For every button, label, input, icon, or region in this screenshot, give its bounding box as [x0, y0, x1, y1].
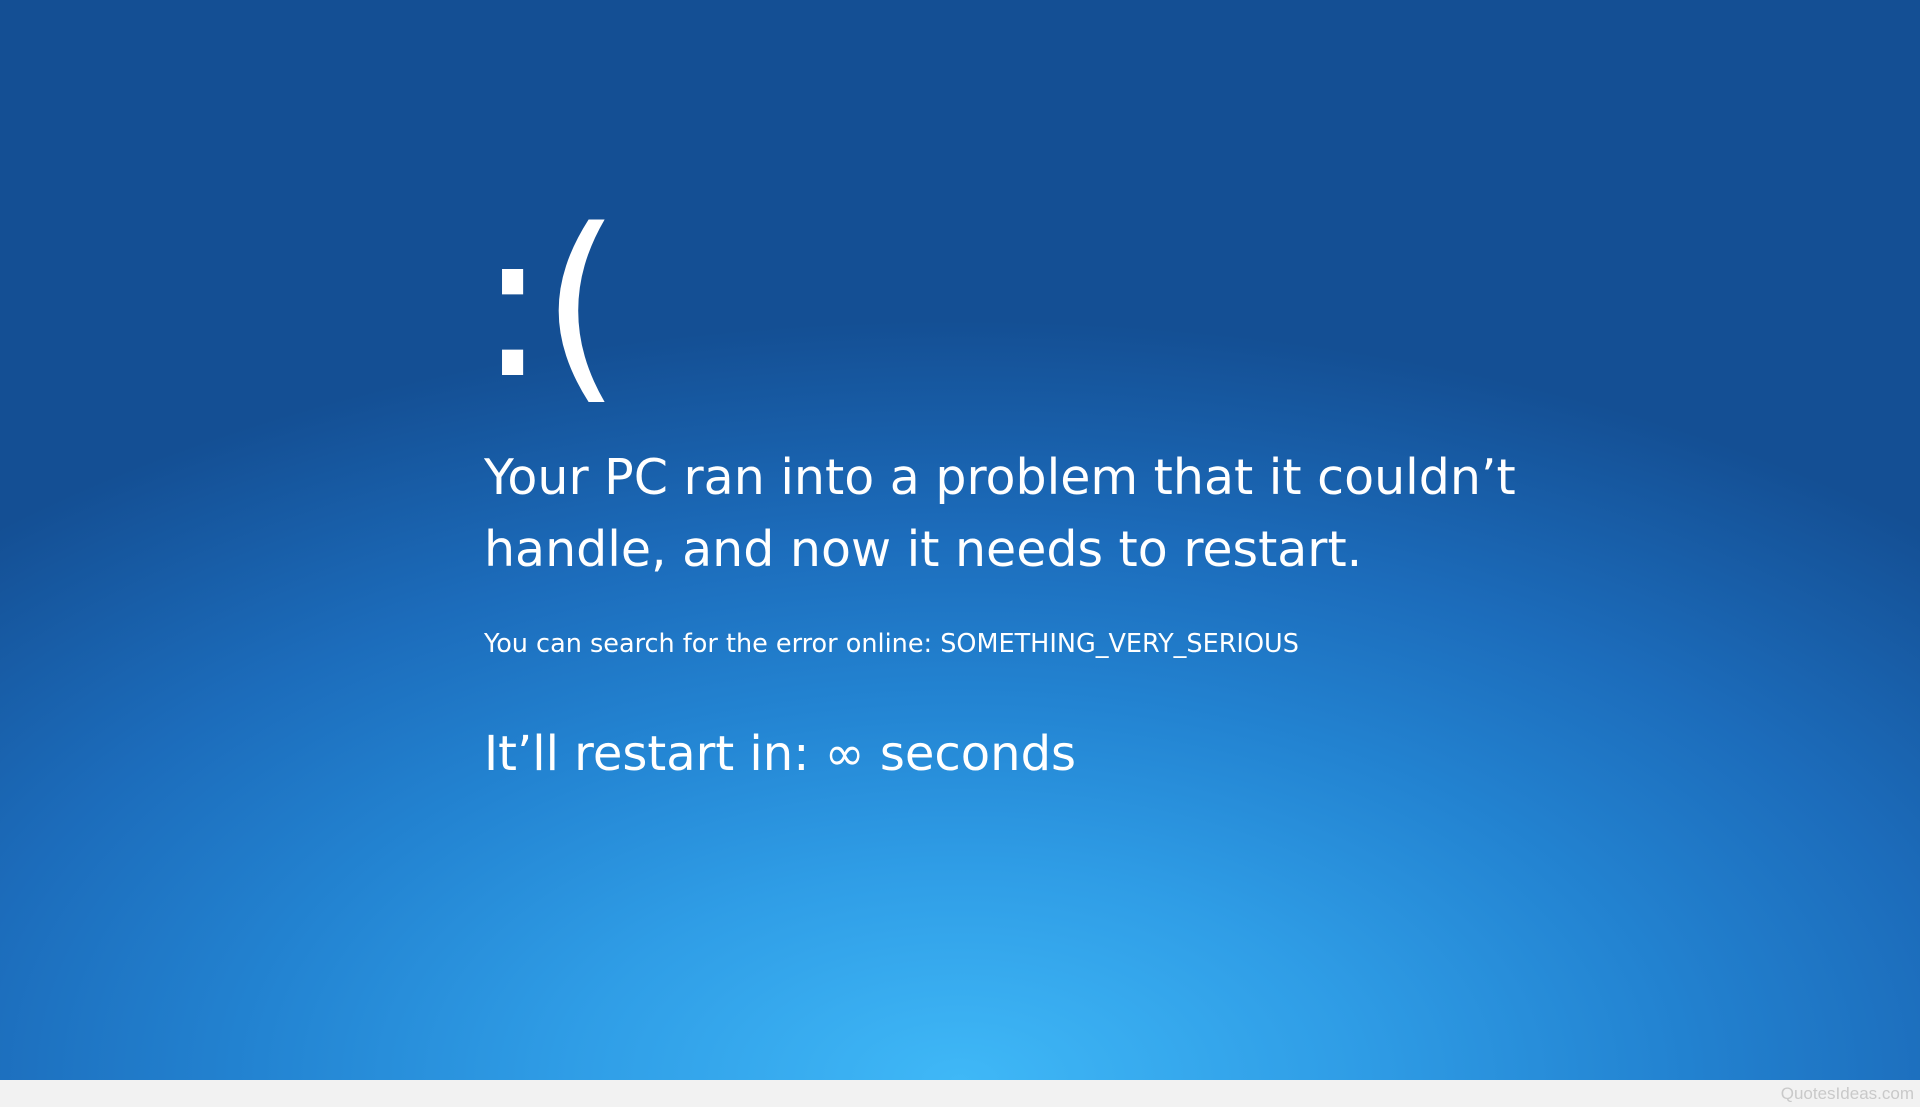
restart-countdown: It’ll restart in: ∞ seconds: [484, 726, 1077, 782]
watermark-bar: QuotesIdeas.com: [0, 1080, 1920, 1107]
error-headline: Your PC ran into a problem that it could…: [484, 449, 1516, 578]
site-watermark: QuotesIdeas.com: [1780, 1084, 1914, 1103]
error-code-message: You can search for the error online: SOM…: [484, 629, 1299, 659]
error-content: :( Your PC ran into a problem that it co…: [478, 190, 1584, 784]
blue-screen-error-page: :( Your PC ran into a problem that it co…: [0, 0, 1920, 1080]
sad-face-emoticon: :(: [478, 186, 621, 424]
